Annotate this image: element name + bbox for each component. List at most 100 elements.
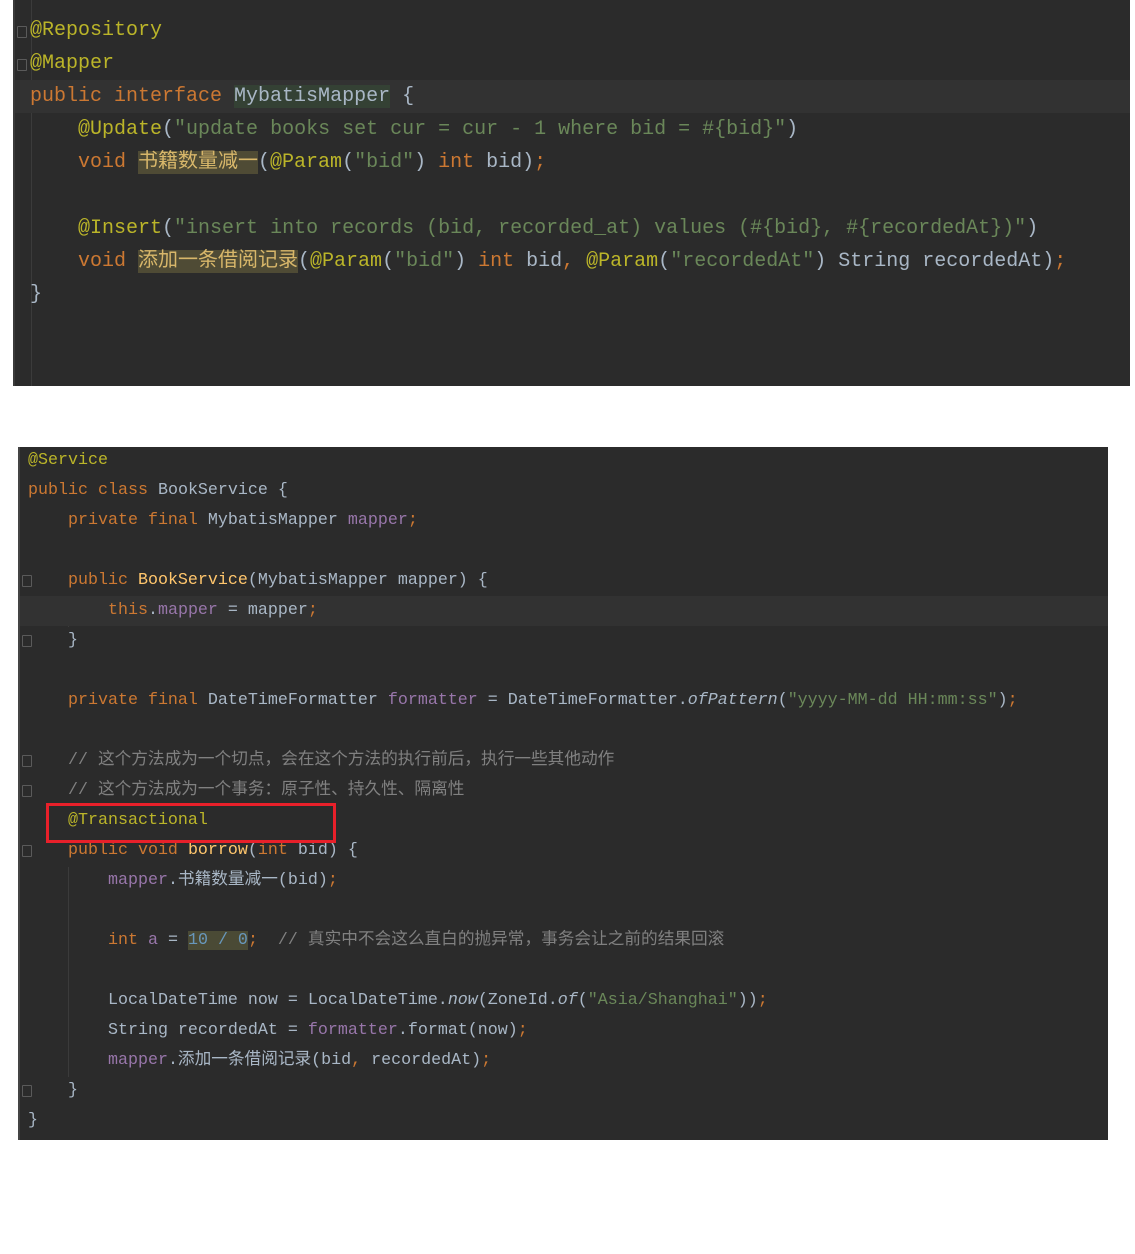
- code-token: ,: [562, 250, 587, 273]
- code-token: ;: [1054, 250, 1067, 273]
- code-token: // 这个方法成为一个事务：原子性、持久性、隔离性: [28, 781, 465, 800]
- code-token: public: [28, 571, 138, 590]
- code-token: ): [414, 151, 439, 174]
- code-token: ): [454, 250, 479, 273]
- code-line[interactable]: @Repository: [15, 14, 1130, 47]
- code-token: (: [382, 250, 395, 273]
- code-line[interactable]: }: [20, 1106, 1108, 1136]
- code-line[interactable]: LocalDateTime now = LocalDateTime.now(Zo…: [20, 986, 1108, 1016]
- code-token: this: [28, 601, 148, 620]
- code-token: of: [557, 991, 578, 1010]
- code-token: ): [1026, 217, 1039, 240]
- code-line[interactable]: public class BookService {: [20, 476, 1108, 506]
- code-token: (: [162, 217, 175, 240]
- code-line[interactable]: [15, 179, 1130, 212]
- code-token: ;: [534, 151, 547, 174]
- code-line[interactable]: }: [15, 278, 1130, 311]
- code-token: private final: [28, 691, 208, 710]
- code-token: }: [28, 1081, 78, 1100]
- code-line[interactable]: @Insert("insert into records (bid, recor…: [15, 212, 1130, 245]
- code-token: (: [777, 691, 788, 710]
- code-token: // 真实中不会这么直白的抛异常，事务会让之前的结果回滚: [257, 931, 725, 950]
- code-line[interactable]: }: [20, 1076, 1108, 1106]
- code-line[interactable]: int a = 10 / 0; // 真实中不会这么直白的抛异常，事务会让之前的…: [20, 926, 1108, 956]
- code-token: "Asia/Shanghai": [587, 991, 738, 1010]
- code-token: int: [438, 151, 487, 174]
- code-line[interactable]: void 添加一条借阅记录(@Param("bid") int bid, @Pa…: [15, 245, 1130, 278]
- code-token: ;: [247, 931, 258, 950]
- code-line[interactable]: void 书籍数量减一(@Param("bid") int bid);: [15, 146, 1130, 179]
- code-token: (: [577, 991, 588, 1010]
- code-token: bid): [486, 151, 535, 174]
- code-token: @Insert: [78, 217, 163, 240]
- code-token: ,: [351, 1051, 372, 1070]
- code-token: ): [997, 691, 1008, 710]
- code-token: ;: [517, 1021, 528, 1040]
- code-line[interactable]: }: [20, 626, 1108, 656]
- code-token: mapper: [28, 871, 168, 890]
- code-token: }: [30, 283, 43, 306]
- code-token: ) String recordedAt): [814, 250, 1055, 273]
- code-line[interactable]: [20, 656, 1108, 686]
- code-token: int: [28, 931, 148, 950]
- code-line[interactable]: public interface MybatisMapper {: [15, 80, 1130, 113]
- code-line[interactable]: @Service: [20, 447, 1108, 476]
- code-token: "bid": [394, 250, 455, 273]
- code-line[interactable]: mapper.书籍数量减一(bid);: [20, 866, 1108, 896]
- code-area[interactable]: @Service public class BookService { priva…: [20, 447, 1108, 1136]
- code-token: bid: [526, 250, 563, 273]
- code-line[interactable]: private final DateTimeFormatter formatte…: [20, 686, 1108, 716]
- code-token: 书籍数量减一: [138, 151, 259, 174]
- code-token: BookService {: [157, 481, 288, 500]
- mapper-code-editor[interactable]: @Repository @Mapper public interface Mybat…: [13, 0, 1130, 386]
- code-token: @Update: [78, 118, 163, 141]
- code-line[interactable]: [20, 536, 1108, 566]
- code-token: BookService: [137, 571, 248, 590]
- code-token: String recordedAt =: [28, 1021, 308, 1040]
- code-token: .: [147, 601, 158, 620]
- code-token: ;: [1007, 691, 1018, 710]
- code-line[interactable]: [20, 716, 1108, 746]
- code-line[interactable]: // 这个方法成为一个事务：原子性、持久性、隔离性: [20, 776, 1108, 806]
- code-token: "update books set cur = cur - 1 where bi…: [174, 118, 787, 141]
- code-token: now: [447, 991, 478, 1010]
- code-token: (: [342, 151, 355, 174]
- code-token: formatter: [307, 1021, 398, 1040]
- code-token: }: [28, 631, 78, 650]
- code-token: (: [658, 250, 671, 273]
- code-line[interactable]: String recordedAt = formatter.format(now…: [20, 1016, 1108, 1046]
- code-token: (MybatisMapper mapper) {: [247, 571, 488, 590]
- code-token: mapper: [28, 1051, 168, 1070]
- code-line[interactable]: mapper.添加一条借阅记录(bid, recordedAt);: [20, 1046, 1108, 1076]
- code-token: (: [162, 118, 175, 141]
- code-token: ofPattern: [687, 691, 778, 710]
- code-line[interactable]: @Update("update books set cur = cur - 1 …: [15, 113, 1130, 146]
- code-line[interactable]: // 这个方法成为一个切点，会在这个方法的执行前后，执行一些其他动作: [20, 746, 1108, 776]
- code-token: public class: [28, 481, 158, 500]
- transactional-highlight-box: [46, 803, 336, 843]
- code-token: borrow: [187, 841, 248, 860]
- code-line[interactable]: [20, 956, 1108, 986]
- service-code-editor[interactable]: @Service public class BookService { priva…: [18, 447, 1108, 1140]
- code-token: = mapper: [217, 601, 308, 620]
- code-line[interactable]: @Mapper: [15, 47, 1130, 80]
- code-area[interactable]: @Repository @Mapper public interface Mybat…: [15, 14, 1130, 311]
- code-token: a: [147, 931, 158, 950]
- code-token: int: [257, 841, 298, 860]
- code-line[interactable]: this.mapper = mapper;: [20, 596, 1108, 626]
- code-line[interactable]: private final MybatisMapper mapper;: [20, 506, 1108, 536]
- code-line[interactable]: public BookService(MybatisMapper mapper)…: [20, 566, 1108, 596]
- code-token: bid) {: [297, 841, 358, 860]
- code-token: @Param: [586, 250, 659, 273]
- code-token: public interface: [30, 85, 235, 108]
- code-token: void: [30, 151, 139, 174]
- code-token: 10 / 0: [187, 931, 248, 950]
- code-token: @Repository: [30, 19, 163, 42]
- code-token: mapper: [157, 601, 218, 620]
- code-token: LocalDateTime now = LocalDateTime.: [28, 991, 448, 1010]
- code-token: recordedAt): [371, 1051, 482, 1070]
- code-line[interactable]: [20, 896, 1108, 926]
- code-token: private final: [28, 511, 208, 530]
- code-token: (: [298, 250, 311, 273]
